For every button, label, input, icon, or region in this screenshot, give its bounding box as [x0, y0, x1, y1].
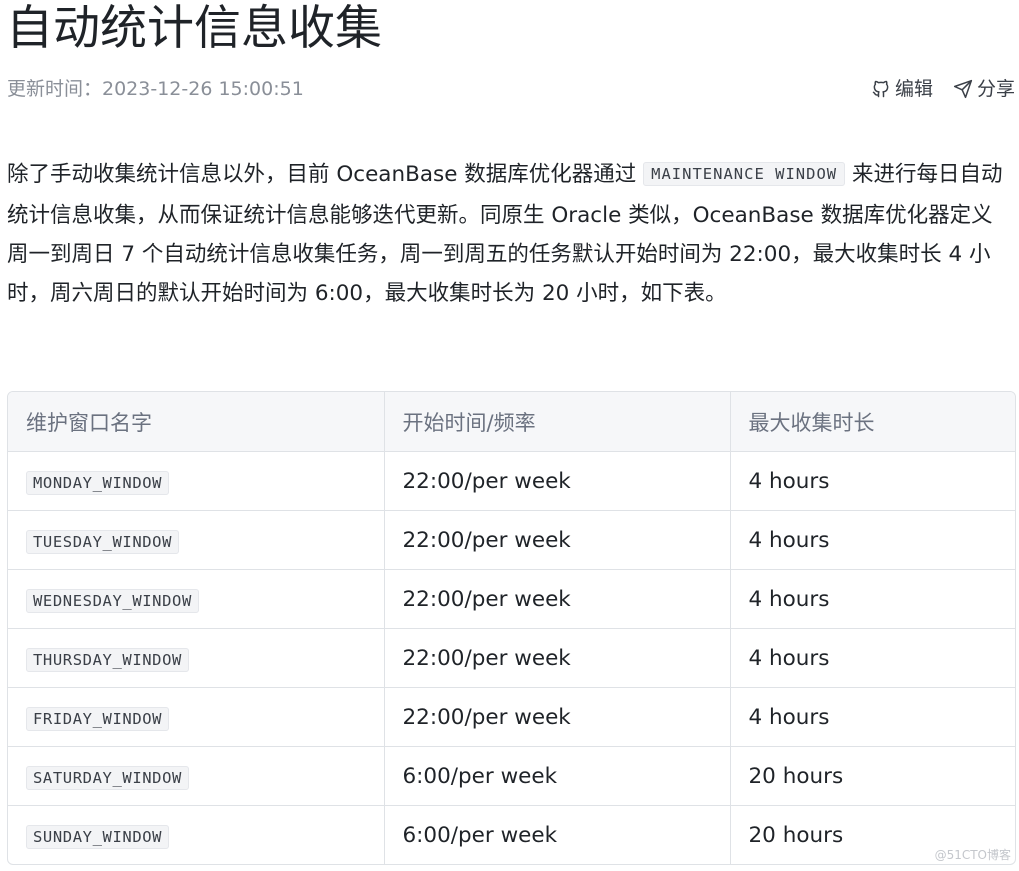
window-name-cell: TUESDAY_WINDOW [8, 510, 385, 570]
send-icon [953, 79, 973, 99]
github-icon [871, 79, 891, 99]
start-time-cell: 22:00/per week [384, 687, 731, 747]
header-max-duration: 最大收集时长 [730, 392, 1015, 452]
share-label: 分享 [976, 78, 1015, 100]
table-row: SATURDAY_WINDOW 6:00/per week 20 hours [8, 746, 1015, 806]
header-start-time: 开始时间/频率 [384, 392, 731, 452]
share-button[interactable]: 分享 [953, 76, 1015, 102]
table-row: TUESDAY_WINDOW 22:00/per week 4 hours [8, 510, 1015, 570]
window-name-code: SATURDAY_WINDOW [26, 765, 189, 790]
header-window-name: 维护窗口名字 [8, 392, 385, 452]
window-name-code: WEDNESDAY_WINDOW [26, 588, 199, 613]
updated-time: 更新时间：2023-12-26 15:00:51 [7, 78, 304, 100]
duration-cell: 4 hours [730, 687, 1015, 747]
duration-cell: 4 hours [730, 569, 1015, 629]
maintenance-window-code: MAINTENANCE WINDOW [643, 162, 846, 186]
table-row: SUNDAY_WINDOW 6:00/per week 20 hours [8, 805, 1015, 864]
window-name-cell: FRIDAY_WINDOW [8, 687, 385, 747]
start-time-cell: 22:00/per week [384, 510, 731, 570]
table-row: FRIDAY_WINDOW 22:00/per week 4 hours [8, 687, 1015, 747]
edit-label: 编辑 [894, 78, 933, 100]
start-time-cell: 22:00/per week [384, 569, 731, 629]
window-name-code: MONDAY_WINDOW [26, 470, 170, 495]
start-time-cell: 22:00/per week [384, 451, 731, 511]
window-name-cell: SATURDAY_WINDOW [8, 746, 385, 806]
page-title: 自动统计信息收集 [6, 1, 382, 56]
duration-cell: 20 hours [730, 746, 1015, 806]
duration-cell: 4 hours [730, 451, 1015, 511]
edit-button[interactable]: 编辑 [871, 76, 933, 102]
table-row: MONDAY_WINDOW 22:00/per week 4 hours [8, 451, 1015, 511]
meta-row: 更新时间：2023-12-26 15:00:51 编辑 分享 [7, 76, 1015, 102]
start-time-cell: 6:00/per week [384, 805, 731, 864]
duration-cell: 4 hours [730, 628, 1015, 688]
window-name-cell: SUNDAY_WINDOW [8, 805, 385, 864]
start-time-cell: 6:00/per week [384, 746, 731, 806]
table-header-row: 维护窗口名字 开始时间/频率 最大收集时长 [8, 392, 1015, 452]
window-name-code: SUNDAY_WINDOW [26, 824, 170, 849]
meta-actions: 编辑 分享 [871, 76, 1015, 102]
intro-paragraph: 除了手动收集统计信息以外，目前 OceanBase 数据库优化器通过 MAINT… [7, 155, 1012, 313]
watermark: @51CTO博客 [934, 848, 1011, 862]
window-name-cell: WEDNESDAY_WINDOW [8, 569, 385, 629]
table-row: THURSDAY_WINDOW 22:00/per week 4 hours [8, 628, 1015, 688]
window-name-cell: MONDAY_WINDOW [8, 451, 385, 511]
window-name-code: THURSDAY_WINDOW [26, 647, 189, 672]
window-name-code: TUESDAY_WINDOW [26, 529, 180, 554]
window-name-cell: THURSDAY_WINDOW [8, 628, 385, 688]
duration-cell: 4 hours [730, 510, 1015, 570]
window-table: 维护窗口名字 开始时间/频率 最大收集时长 MONDAY_WINDOW 22:0… [7, 391, 1016, 865]
table-row: WEDNESDAY_WINDOW 22:00/per week 4 hours [8, 569, 1015, 629]
window-name-code: FRIDAY_WINDOW [26, 706, 170, 731]
start-time-cell: 22:00/per week [384, 628, 731, 688]
paragraph-text-before: 除了手动收集统计信息以外，目前 OceanBase 数据库优化器通过 [7, 162, 644, 187]
